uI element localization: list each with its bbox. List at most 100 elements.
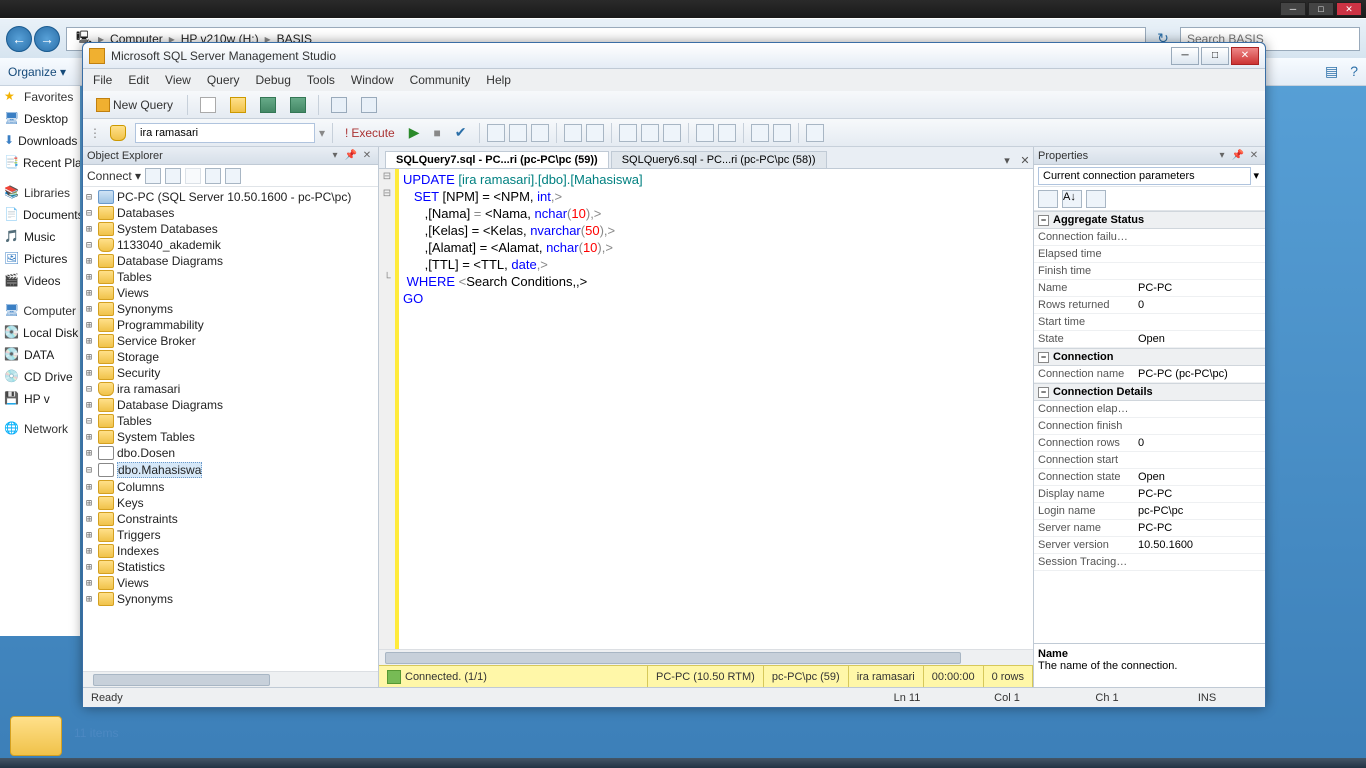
props-pin-icon[interactable]: 📌	[1231, 149, 1245, 163]
props-close-icon[interactable]: ✕	[1247, 149, 1261, 163]
menu-edit[interactable]: Edit	[128, 73, 149, 87]
menu-tools[interactable]: Tools	[307, 73, 335, 87]
object-explorer-tree[interactable]: ⊟PC-PC (SQL Server 10.50.1600 - pc-PC\pc…	[83, 187, 378, 671]
network-heading[interactable]: Network	[24, 422, 68, 436]
database-combo[interactable]	[135, 123, 315, 143]
save-all-button[interactable]	[285, 94, 311, 116]
panel-dropdown-icon[interactable]: ▾	[328, 149, 342, 163]
taskbar[interactable]	[0, 758, 1366, 768]
sidebar-documents[interactable]: Documents	[23, 208, 80, 222]
nav-back-button[interactable]: ←	[6, 26, 32, 52]
results-file-icon[interactable]	[663, 124, 681, 142]
property-row[interactable]: Start time	[1034, 314, 1265, 331]
property-row[interactable]: Connection finish	[1034, 418, 1265, 435]
change-connection-button[interactable]	[105, 122, 131, 144]
property-row[interactable]: Session Tracing ID	[1034, 554, 1265, 571]
property-pages-icon[interactable]	[1086, 190, 1106, 208]
sidebar-data[interactable]: DATA	[24, 348, 54, 362]
libraries-heading[interactable]: Libraries	[24, 186, 70, 200]
props-dropdown-icon[interactable]: ▾	[1215, 149, 1229, 163]
computer-heading[interactable]: Computer	[23, 304, 76, 318]
tab-list-icon[interactable]: ▾	[999, 152, 1015, 168]
sql-editor[interactable]: UPDATE [ira ramasari].[dbo].[Mahasiswa] …	[399, 169, 1033, 649]
props-object-combo[interactable]	[1038, 167, 1251, 185]
menu-help[interactable]: Help	[486, 73, 511, 87]
property-row[interactable]: Rows returned0	[1034, 297, 1265, 314]
property-row[interactable]: Finish time	[1034, 263, 1265, 280]
disconnect-icon[interactable]	[165, 168, 181, 184]
properties-grid[interactable]: −Aggregate Status Connection failuresEla…	[1034, 211, 1265, 643]
intellisense-icon[interactable]	[531, 124, 549, 142]
menu-debug[interactable]: Debug	[256, 73, 291, 87]
new-file-button[interactable]	[195, 94, 221, 116]
filter-icon[interactable]	[205, 168, 221, 184]
include-stats-icon[interactable]	[586, 124, 604, 142]
help-icon[interactable]: ?	[1350, 63, 1358, 80]
property-row[interactable]: Connection stateOpen	[1034, 469, 1265, 486]
property-row[interactable]: Connection elapsed	[1034, 401, 1265, 418]
uncomment-icon[interactable]	[718, 124, 736, 142]
sidebar-downloads[interactable]: Downloads	[18, 134, 77, 148]
menu-view[interactable]: View	[165, 73, 191, 87]
view-options-icon[interactable]: ▤	[1325, 63, 1338, 80]
sidebar-videos[interactable]: Videos	[24, 274, 60, 288]
objexp-hscroll[interactable]	[83, 671, 378, 687]
property-row[interactable]: Login namepc-PC\pc	[1034, 503, 1265, 520]
stop-button[interactable]: ■	[429, 123, 446, 143]
sidebar-hp[interactable]: HP v	[24, 392, 50, 406]
property-row[interactable]: Display namePC-PC	[1034, 486, 1265, 503]
property-row[interactable]: Connection namePC-PC (pc-PC\pc)	[1034, 366, 1265, 383]
alphabetical-icon[interactable]: A↓	[1062, 190, 1082, 208]
panel-pin-icon[interactable]: 📌	[344, 149, 358, 163]
menu-query[interactable]: Query	[207, 73, 240, 87]
property-row[interactable]: Connection start	[1034, 452, 1265, 469]
organize-menu[interactable]: Organize ▾	[8, 65, 66, 79]
sidebar-pictures[interactable]: Pictures	[24, 252, 67, 266]
indent-icon[interactable]	[751, 124, 769, 142]
tab-sqlquery7[interactable]: SQLQuery7.sql - PC...ri (pc-PC\pc (59))	[385, 151, 609, 168]
menu-window[interactable]: Window	[351, 73, 394, 87]
favorites-heading[interactable]: Favorites	[24, 90, 73, 104]
tab-close-icon[interactable]: ✕	[1017, 152, 1033, 168]
ssms-titlebar[interactable]: Microsoft SQL Server Management Studio ─…	[83, 43, 1265, 69]
include-plan-icon[interactable]	[564, 124, 582, 142]
property-row[interactable]: NamePC-PC	[1034, 280, 1265, 297]
sidebar-cd[interactable]: CD Drive	[24, 370, 73, 384]
results-grid-icon[interactable]	[641, 124, 659, 142]
editor-hscroll[interactable]	[379, 649, 1033, 665]
menu-file[interactable]: File	[93, 73, 112, 87]
ssms-close-button[interactable]: ✕	[1231, 47, 1259, 65]
activity-monitor-button[interactable]	[326, 94, 352, 116]
specify-values-icon[interactable]	[806, 124, 824, 142]
nav-forward-button[interactable]: →	[34, 26, 60, 52]
parse-button[interactable]: ✔	[450, 121, 472, 144]
refresh-tree-icon[interactable]	[225, 168, 241, 184]
sidebar-recent[interactable]: Recent Places	[23, 156, 80, 170]
sidebar-music[interactable]: Music	[24, 230, 55, 244]
sidebar-desktop[interactable]: Desktop	[24, 112, 68, 126]
execute-button[interactable]: ! Execute	[340, 123, 400, 143]
tab-sqlquery6[interactable]: SQLQuery6.sql - PC...ri (pc-PC\pc (58))	[611, 151, 827, 168]
open-file-button[interactable]	[225, 94, 251, 116]
property-row[interactable]: Connection failures	[1034, 229, 1265, 246]
new-query-button[interactable]: New Query	[89, 95, 180, 115]
display-plan-icon[interactable]	[487, 124, 505, 142]
results-text-icon[interactable]	[619, 124, 637, 142]
menu-community[interactable]: Community	[410, 73, 471, 87]
outdent-icon[interactable]	[773, 124, 791, 142]
property-row[interactable]: Elapsed time	[1034, 246, 1265, 263]
registered-servers-button[interactable]	[356, 94, 382, 116]
connect-icon[interactable]	[145, 168, 161, 184]
property-row[interactable]: Server namePC-PC	[1034, 520, 1265, 537]
property-row[interactable]: Server version10.50.1600	[1034, 537, 1265, 554]
property-row[interactable]: Connection rows0	[1034, 435, 1265, 452]
panel-close-icon[interactable]: ✕	[360, 149, 374, 163]
save-button[interactable]	[255, 94, 281, 116]
property-row[interactable]: StateOpen	[1034, 331, 1265, 348]
outer-maximize-button[interactable]: □	[1308, 2, 1334, 16]
ssms-maximize-button[interactable]: □	[1201, 47, 1229, 65]
stop-icon[interactable]	[185, 168, 201, 184]
debug-button[interactable]: ▶	[404, 121, 425, 144]
connect-dropdown[interactable]: Connect ▾	[87, 169, 141, 183]
sidebar-local[interactable]: Local Disk	[23, 326, 78, 340]
